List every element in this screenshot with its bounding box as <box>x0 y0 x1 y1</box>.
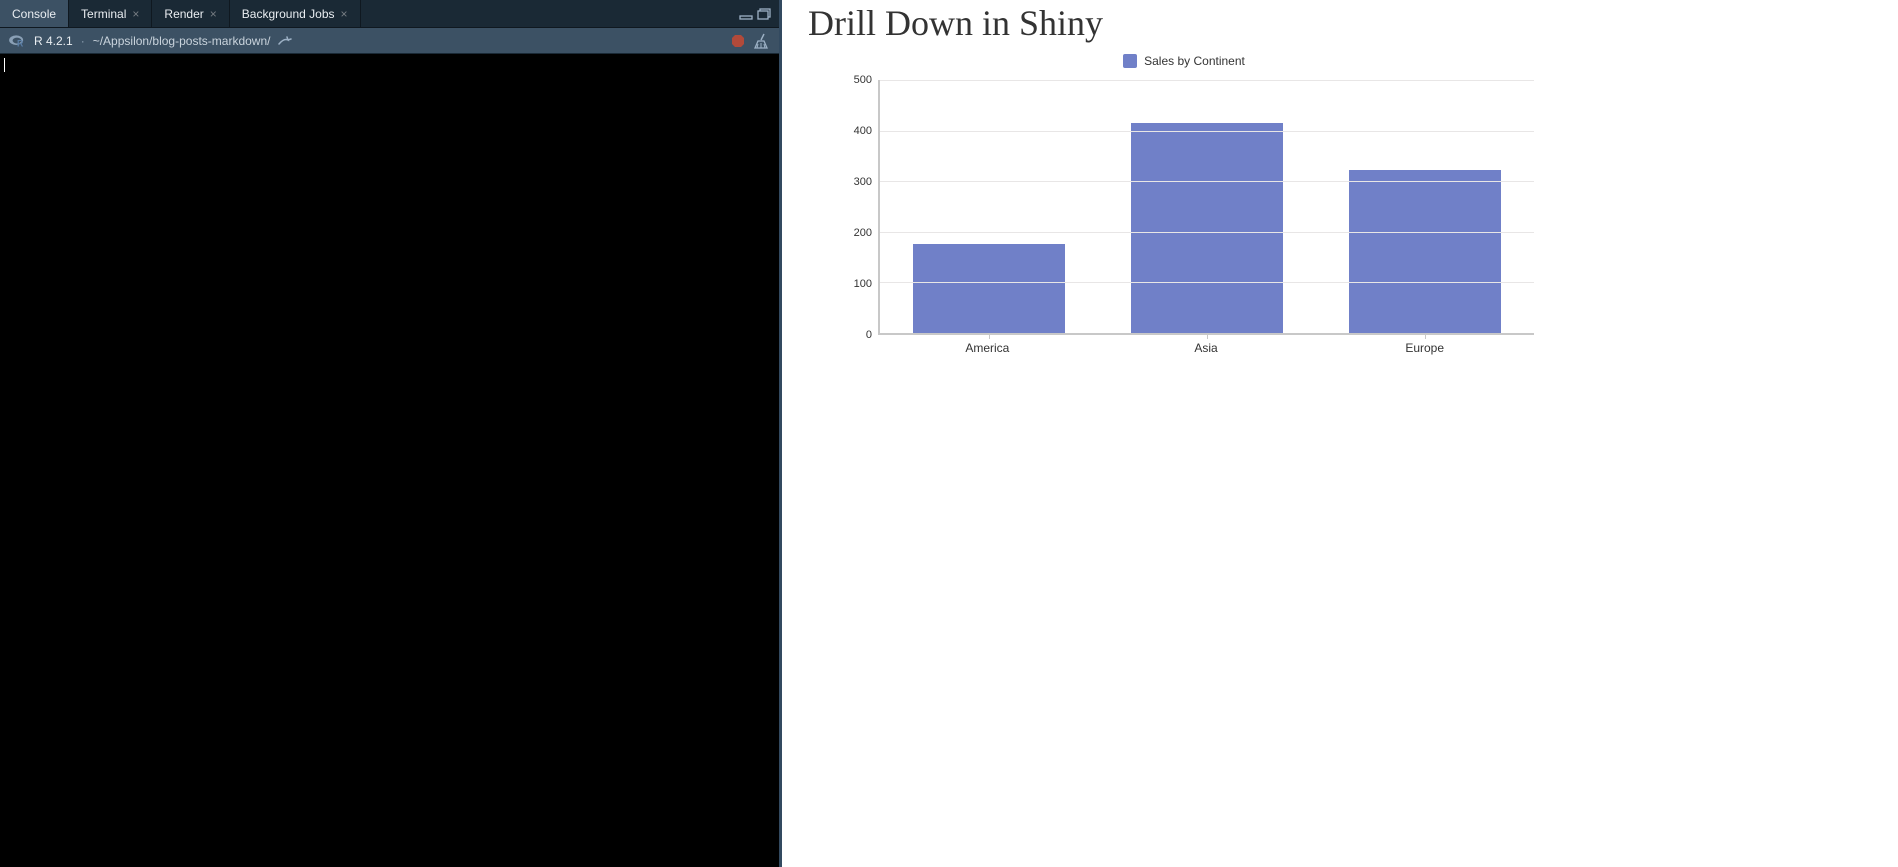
x-tick-label: Asia <box>1097 341 1316 355</box>
gridline <box>880 80 1534 81</box>
r-logo-icon: R <box>8 34 26 48</box>
tab-label: Console <box>12 7 56 21</box>
page-title: Drill Down in Shiny <box>808 2 1872 44</box>
console-pane: ConsoleTerminal×Render×Background Jobs× … <box>0 0 782 867</box>
gridline <box>880 232 1534 233</box>
tab-label: Render <box>164 7 203 21</box>
y-tick-label: 200 <box>854 227 872 239</box>
gridline <box>880 131 1534 132</box>
svg-text:R: R <box>17 38 24 48</box>
y-tick-label: 400 <box>854 125 872 137</box>
legend-label: Sales by Continent <box>1144 54 1245 68</box>
tab-render[interactable]: Render × <box>152 0 229 27</box>
clear-console-icon[interactable] <box>753 33 771 49</box>
close-tab-icon[interactable]: × <box>210 8 217 20</box>
x-tick-mark <box>1425 333 1426 339</box>
tab-label: Terminal <box>81 7 126 21</box>
stop-icon[interactable] <box>731 34 745 48</box>
tab-background-jobs[interactable]: Background Jobs × <box>230 0 361 27</box>
x-axis: AmericaAsiaEurope <box>878 341 1534 355</box>
maximize-pane-icon[interactable] <box>757 8 771 20</box>
tab-console[interactable]: Console <box>0 0 69 27</box>
console-output[interactable] <box>0 54 779 867</box>
bar-slot <box>1316 80 1534 333</box>
bar-america[interactable] <box>913 244 1066 333</box>
go-to-directory-icon[interactable] <box>278 35 292 47</box>
app-viewer: Drill Down in Shiny Sales by Continent 0… <box>782 0 1898 867</box>
toolbar-separator: · <box>81 34 85 48</box>
bar-slot <box>880 80 1098 333</box>
plot-area[interactable] <box>878 80 1534 335</box>
y-tick-label: 100 <box>854 278 872 290</box>
gridline <box>880 181 1534 182</box>
r-version-label: R 4.2.1 <box>34 34 73 48</box>
tab-terminal[interactable]: Terminal × <box>69 0 152 27</box>
x-tick-label: America <box>878 341 1097 355</box>
gridline <box>880 282 1534 283</box>
close-tab-icon[interactable]: × <box>341 8 348 20</box>
close-tab-icon[interactable]: × <box>132 8 139 20</box>
text-cursor <box>4 58 5 72</box>
x-tick-label: Europe <box>1315 341 1534 355</box>
y-tick-label: 0 <box>866 329 872 341</box>
working-directory-path[interactable]: ~/Appsilon/blog-posts-markdown/ <box>93 34 271 48</box>
x-tick-mark <box>989 333 990 339</box>
bar-chart[interactable]: Sales by Continent 0 100 200 300 400 500 Amer… <box>834 54 1534 355</box>
console-toolbar: R R 4.2.1 · ~/Appsilon/blog-posts-markdo… <box>0 28 779 54</box>
legend-swatch <box>1123 54 1137 68</box>
tabbar: Console Terminal × Render × Background Jobs × <box>0 0 779 28</box>
tab-label: Background Jobs <box>242 7 335 21</box>
x-tick-mark <box>1207 333 1208 339</box>
bar-slot <box>1098 80 1316 333</box>
bar-europe[interactable] <box>1349 170 1502 333</box>
y-axis: 0100200300400500 <box>834 80 878 335</box>
minimize-pane-icon[interactable] <box>739 8 753 20</box>
y-tick-label: 500 <box>854 74 872 86</box>
chart-legend[interactable]: Sales by Continent <box>834 54 1534 68</box>
bar-asia[interactable] <box>1131 123 1284 333</box>
y-tick-label: 300 <box>854 176 872 188</box>
